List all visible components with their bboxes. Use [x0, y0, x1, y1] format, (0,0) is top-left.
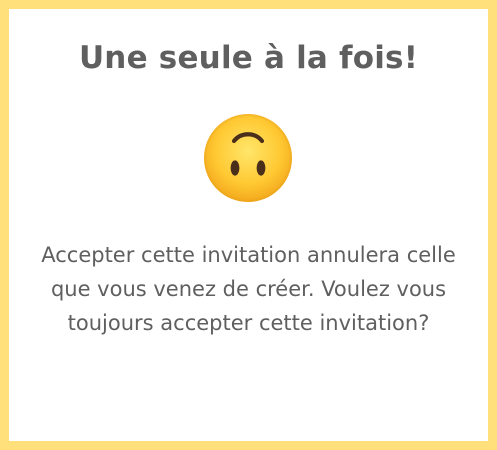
dialog-title: Une seule à la fois!: [78, 40, 419, 76]
dialog-message-line-1: Accepter cette invitation annulera celle: [41, 243, 456, 267]
dialog-message: Accepter cette invitation annulera celle…: [9, 238, 488, 340]
dialog-message-line-3: toujours accepter cette invitation?: [67, 311, 430, 335]
confirmation-dialog: Une seule à la fois! Accepter cette invi…: [0, 0, 497, 450]
dialog-message-line-2: que vous venez de créer. Voulez vous: [50, 277, 447, 301]
upside-down-face-emoji-icon: [202, 112, 294, 204]
